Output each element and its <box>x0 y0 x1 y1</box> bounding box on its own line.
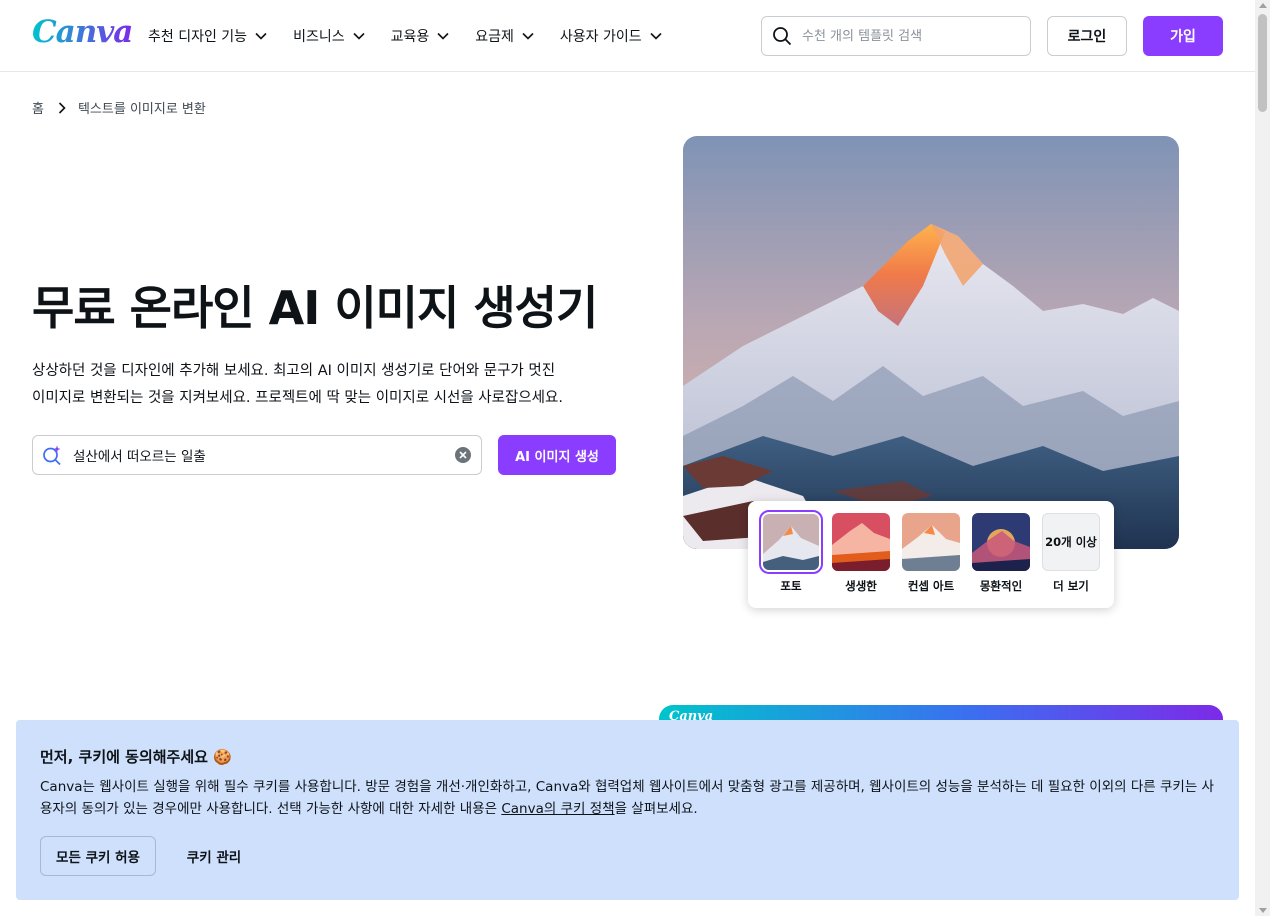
nav-label: 사용자 가이드 <box>559 29 642 45</box>
nav-label: 요금제 <box>475 29 514 45</box>
nav-education[interactable]: 교육용 <box>391 26 450 46</box>
login-button[interactable]: 로그인 <box>1047 16 1127 56</box>
manage-cookies-button[interactable]: 쿠키 관리 <box>174 836 254 876</box>
chevron-right-icon <box>58 101 66 114</box>
breadcrumb-current: 텍스트를 이미지로 변환 <box>77 102 206 117</box>
style-label: 더 보기 <box>1053 579 1089 593</box>
style-label: 포토 <box>780 579 802 593</box>
accept-all-cookies-button[interactable]: 모든 쿠키 허용 <box>40 836 156 876</box>
page-scrollbar[interactable] <box>1255 0 1270 916</box>
cookie-title: 먼저, 쿠키에 동의해주세요 🍪 <box>40 748 232 766</box>
prompt-input[interactable] <box>71 446 441 464</box>
style-label: 몽환적인 <box>979 579 1023 593</box>
breadcrumb: 홈 텍스트를 이미지로 변환 <box>32 98 206 117</box>
nav-user-guide[interactable]: 사용자 가이드 <box>560 26 662 46</box>
style-option-more[interactable]: 20개 이상 더 보기 <box>1040 513 1102 608</box>
main-nav: 추천 디자인 기능 비즈니스 교육용 요금제 사용자 가이드 <box>148 0 688 72</box>
style-label: 컨셉 아트 <box>907 579 955 593</box>
nav-label: 추천 디자인 기능 <box>148 29 248 45</box>
clear-icon[interactable] <box>455 447 471 463</box>
nav-business[interactable]: 비즈니스 <box>293 26 365 46</box>
style-option-photo[interactable]: 포토 <box>759 510 823 608</box>
canva-logo[interactable]: Canva <box>32 14 133 50</box>
style-thumb-dreamy <box>972 513 1030 571</box>
generate-ai-image-button[interactable]: AI 이미지 생성 <box>498 435 616 475</box>
chevron-down-icon <box>353 32 365 40</box>
search-input[interactable] <box>800 27 1010 45</box>
style-option-vivid[interactable]: 생생한 <box>830 513 892 608</box>
chevron-down-icon <box>255 32 267 40</box>
cookie-consent-banner: 먼저, 쿠키에 동의해주세요 🍪 Canva는 웹사이트 실행을 위해 필수 쿠… <box>16 720 1239 900</box>
style-option-concept-art[interactable]: 컨셉 아트 <box>900 513 962 608</box>
cookie-body: Canva는 웹사이트 실행을 위해 필수 쿠키를 사용합니다. 방문 경험을 … <box>40 776 1220 820</box>
template-search[interactable] <box>761 16 1031 56</box>
signup-button[interactable]: 가입 <box>1143 16 1223 56</box>
chevron-down-icon <box>437 32 449 40</box>
style-thumb-concept-art <box>902 513 960 571</box>
chevron-down-icon <box>522 32 534 40</box>
more-styles-thumb: 20개 이상 <box>1042 513 1100 571</box>
sparkle-search-icon <box>43 445 61 466</box>
style-option-dreamy[interactable]: 몽환적인 <box>970 513 1032 608</box>
top-navigation-bar: Canva 추천 디자인 기능 비즈니스 교육용 요금제 사용자 가이드 로그인… <box>0 0 1255 72</box>
style-label: 생생한 <box>845 579 877 593</box>
nav-pricing[interactable]: 요금제 <box>475 26 534 46</box>
prompt-field[interactable] <box>32 435 482 475</box>
page-title: 무료 온라인 AI 이미지 생성기 <box>32 281 598 335</box>
style-selector: 포토 생생한 컨셉 아트 몽환적인 20개 이상 더 보기 <box>748 501 1114 608</box>
cookie-policy-link[interactable]: Canva의 쿠키 정책 <box>501 801 614 817</box>
breadcrumb-home[interactable]: 홈 <box>32 98 44 117</box>
nav-featured-design[interactable]: 추천 디자인 기능 <box>148 26 267 46</box>
scroll-thumb[interactable] <box>1258 14 1267 112</box>
scroll-down-icon[interactable] <box>1259 908 1267 913</box>
hero-description-line2: 이미지로 변환되는 것을 지켜보세요. 프로젝트에 딱 맞는 이미지로 시선을 … <box>32 390 563 406</box>
cookie-body-text: 을 살펴보세요. <box>614 801 698 817</box>
hero-description: 상상하던 것을 디자인에 추가해 보세요. 최고의 AI 이미지 생성기로 단어… <box>32 358 632 412</box>
style-thumb-photo <box>759 510 823 574</box>
search-icon <box>773 27 792 46</box>
nav-label: 교육용 <box>390 29 430 45</box>
chevron-down-icon <box>650 32 662 40</box>
hero-description-line1: 상상하던 것을 디자인에 추가해 보세요. 최고의 AI 이미지 생성기로 단어… <box>32 363 556 379</box>
nav-label: 비즈니스 <box>293 29 345 45</box>
hero-mountain-image <box>683 136 1179 549</box>
scroll-up-icon[interactable] <box>1259 3 1267 8</box>
style-thumb-vivid <box>832 513 890 571</box>
